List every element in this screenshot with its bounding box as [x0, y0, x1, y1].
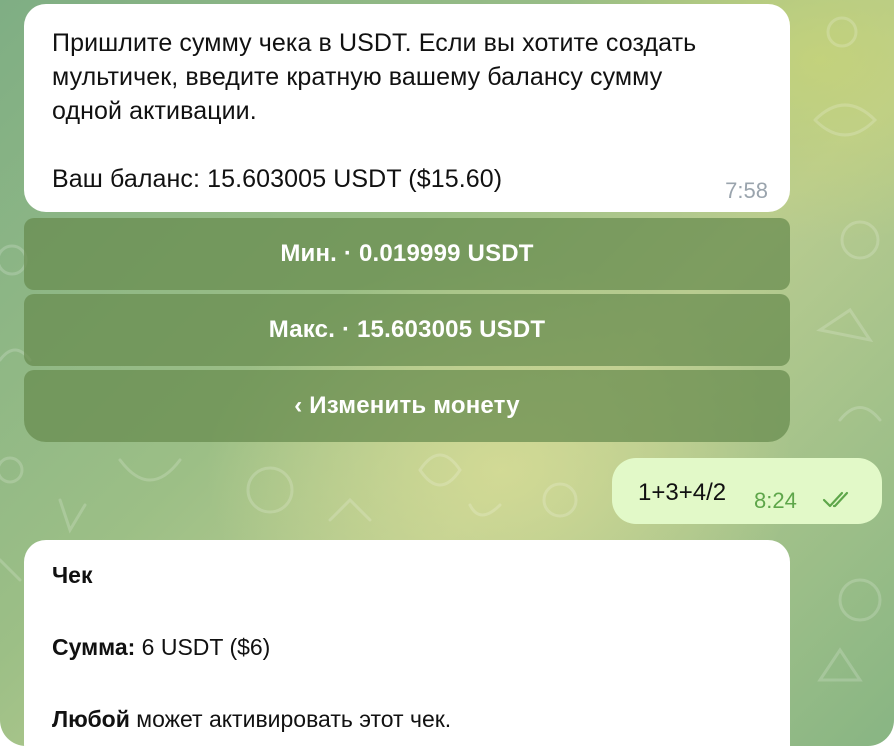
incoming-message[interactable]: Пришлите сумму чека в USDT. Если вы хоти…: [24, 4, 790, 212]
amount-label: Сумма:: [52, 634, 136, 660]
incoming-message-check[interactable]: Чек Сумма: 6 USDT ($6) Любой может актив…: [24, 540, 790, 746]
chat-area[interactable]: Пришлите сумму чека в USDT. Если вы хоти…: [0, 0, 894, 746]
double-check-icon: [822, 491, 849, 508]
message-time: 7:58: [725, 178, 768, 203]
change-coin-button[interactable]: ‹ Изменить монету: [24, 370, 790, 442]
message-text: 1+3+4/2: [638, 479, 727, 506]
check-activation-info: Любой может активировать этот чек.: [52, 706, 451, 733]
min-amount-button[interactable]: Мин. · 0.019999 USDT: [24, 218, 790, 290]
anyone-text: может активировать этот чек.: [129, 706, 452, 732]
outgoing-message[interactable]: 1+3+4/2 8:24: [612, 458, 882, 524]
check-amount: Сумма: 6 USDT ($6): [52, 634, 270, 661]
anyone-label: Любой: [52, 706, 130, 732]
message-text: Пришлите сумму чека в USDT. Если вы хоти…: [52, 29, 697, 193]
max-amount-button[interactable]: Макс. · 15.603005 USDT: [24, 294, 790, 366]
check-title: Чек: [52, 562, 93, 588]
message-time: 8:24: [754, 488, 797, 513]
amount-value: 6 USDT ($6): [135, 634, 271, 660]
